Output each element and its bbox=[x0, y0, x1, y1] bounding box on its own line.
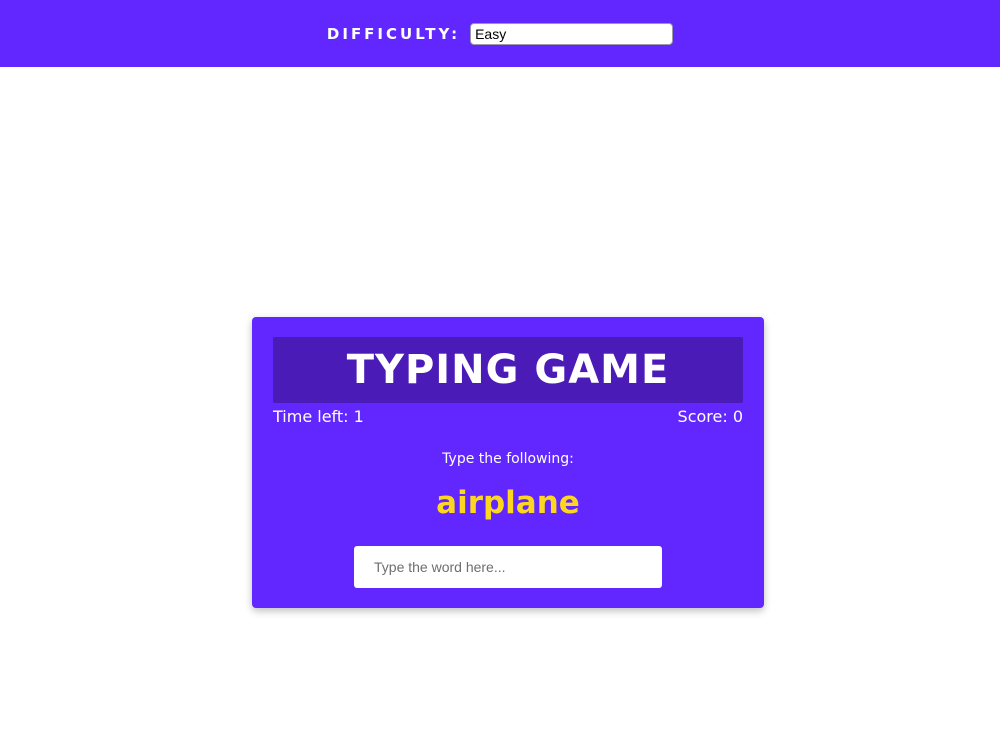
score: Score: 0 bbox=[677, 407, 743, 426]
word-input[interactable] bbox=[354, 546, 662, 588]
game-card: TYPING GAME Time left: 1 Score: 0 Type t… bbox=[252, 317, 764, 608]
difficulty-selected-value: Easy bbox=[475, 25, 507, 42]
instruction-text: Type the following: bbox=[442, 451, 574, 467]
difficulty-select[interactable]: Easy bbox=[470, 22, 674, 45]
settings-bar: DIFFICULTY: Easy bbox=[0, 0, 1000, 67]
title-banner: TYPING GAME bbox=[273, 337, 743, 403]
time-left: Time left: 1 bbox=[273, 407, 364, 426]
game-title: TYPING GAME bbox=[346, 347, 670, 393]
target-word: airplane bbox=[436, 485, 580, 521]
difficulty-label: DIFFICULTY: bbox=[326, 24, 461, 43]
